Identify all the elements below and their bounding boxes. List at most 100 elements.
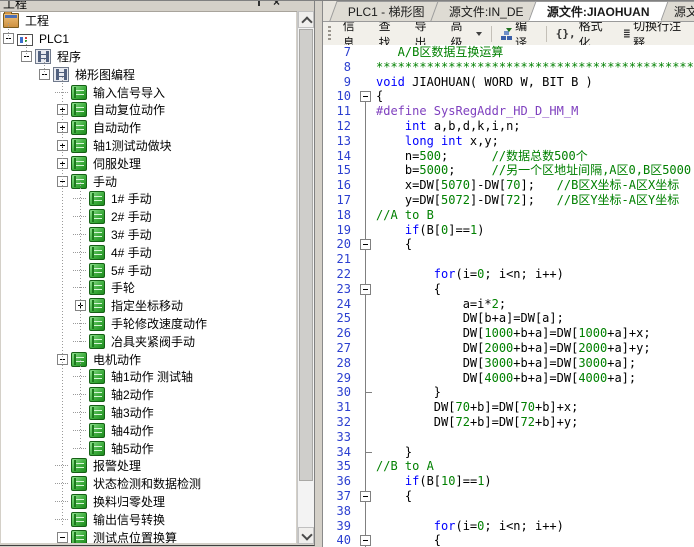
tree-item[interactable]: 换料归零处理	[1, 493, 296, 511]
code-line[interactable]: 27 DW[2000+b+a]=DW[2000+a]+y;	[323, 341, 694, 356]
fold-margin	[355, 400, 376, 415]
tree-item[interactable]: 电机动作	[1, 350, 296, 368]
tree-item[interactable]: 手轮修改速度动作	[1, 315, 296, 333]
tab-1[interactable]: PLC1 - 梯形图	[329, 1, 443, 21]
code-line[interactable]: 9void JIAOHUAN( WORD W, BIT B )	[323, 75, 694, 90]
tree-item[interactable]: 冶具夹紧阀手动	[1, 332, 296, 350]
fold-toggle[interactable]	[355, 89, 376, 104]
tree-item[interactable]: 轴4动作	[1, 421, 296, 439]
tree-item[interactable]: 3# 手动	[1, 226, 296, 244]
scroll-down-button[interactable]	[298, 527, 314, 544]
tree-item[interactable]: 2# 手动	[1, 208, 296, 226]
code-line[interactable]: 26 DW[1000+b+a]=DW[1000+a]+x;	[323, 326, 694, 341]
tree-item[interactable]: 轴3动作	[1, 404, 296, 422]
toolbar-button-编译[interactable]: 编译	[494, 22, 544, 46]
toolbar-button-格式化[interactable]: {},格式化	[549, 22, 617, 46]
fold-toggle[interactable]	[355, 533, 376, 547]
code-line[interactable]: 37 {	[323, 489, 694, 504]
code-line[interactable]: 30 }	[323, 385, 694, 400]
code-line[interactable]: 13 long int x,y;	[323, 134, 694, 149]
tree-guide-line	[62, 77, 63, 527]
tree-item[interactable]: 4# 手动	[1, 243, 296, 261]
code-line[interactable]: 18//A to B	[323, 208, 694, 223]
tree-item[interactable]: 伺服处理	[1, 154, 296, 172]
toolbar-grip[interactable]	[328, 26, 331, 41]
code-line[interactable]: 33	[323, 430, 694, 445]
tree-item[interactable]: 轴2动作	[1, 386, 296, 404]
code-line[interactable]: 38	[323, 504, 694, 519]
close-icon[interactable]: ×	[273, 1, 280, 8]
fold-minus-icon[interactable]	[360, 239, 371, 250]
toolbar-button-高级[interactable]: 高级	[443, 22, 489, 46]
code-line[interactable]: 17 y=DW[5072]-DW[72]; //B区Y坐标-A区Y坐标	[323, 193, 694, 208]
tree-item[interactable]: 报警处理	[1, 457, 296, 475]
tree-item[interactable]: 5# 手动	[1, 261, 296, 279]
fold-margin	[355, 223, 376, 238]
tree-item[interactable]: 轴1测试动做块	[1, 137, 296, 155]
fold-toggle[interactable]	[355, 282, 376, 297]
tab-3[interactable]: 源文件:JIAOHUAN	[529, 1, 669, 21]
code-editor[interactable]: 7 A/B区数据互换运算8***************************…	[323, 45, 694, 547]
fold-minus-icon[interactable]	[360, 91, 371, 102]
tree-item[interactable]: 程序	[1, 48, 296, 66]
tree-item[interactable]: 自动复位动作	[1, 101, 296, 119]
code-line[interactable]: 24 a=i*2;	[323, 297, 694, 312]
code-line[interactable]: 16 x=DW[5070]-DW[70]; //B区X坐标-A区X坐标	[323, 178, 694, 193]
toolbar-button-导出[interactable]: 导出	[408, 22, 444, 46]
fold-minus-icon[interactable]	[360, 491, 371, 502]
tree-item[interactable]: 1# 手动	[1, 190, 296, 208]
tree-item[interactable]: 手轮	[1, 279, 296, 297]
tree-item[interactable]: 输入信号导入	[1, 83, 296, 101]
code-line[interactable]: 39 for(i=0; i<n; i++)	[323, 519, 694, 534]
code-line[interactable]: 12 int a,b,d,k,i,n;	[323, 119, 694, 134]
tree-item[interactable]: 轴1动作 测试轴	[1, 368, 296, 386]
code-line[interactable]: 29 DW[4000+b+a]=DW[4000+a];	[323, 371, 694, 386]
code-line[interactable]: 11#define SysRegAddr_HD_D_HM_M	[323, 104, 694, 119]
fold-minus-icon[interactable]	[360, 284, 371, 295]
tree-item[interactable]: 状态检测和数据检测	[1, 475, 296, 493]
code-line[interactable]: 28 DW[3000+b+a]=DW[3000+a];	[323, 356, 694, 371]
code-line[interactable]: 31 DW[70+b]=DW[70+b]+x;	[323, 400, 694, 415]
code-line[interactable]: 34 }	[323, 445, 694, 460]
code-line[interactable]: 19 if(B[0]==1)	[323, 223, 694, 238]
code-line[interactable]: 32 DW[72+b]=DW[72+b]+y;	[323, 415, 694, 430]
code-line[interactable]: 36 if(B[10]==1)	[323, 474, 694, 489]
tree-scrollbar[interactable]	[297, 11, 314, 544]
fold-toggle[interactable]	[355, 237, 376, 252]
tree-item[interactable]: 梯形图编程	[1, 65, 296, 83]
toolbar-button-信息[interactable]: 信息	[336, 22, 372, 46]
project-panel-titlebar[interactable]: 工程 ×	[0, 1, 314, 12]
fold-minus-icon[interactable]	[360, 535, 371, 546]
tree-item[interactable]: 自动动作	[1, 119, 296, 137]
code-line[interactable]: 15 b=5000; //另一个区地址间隔,A区0,B区5000	[323, 163, 694, 178]
pin-icon[interactable]	[254, 1, 263, 8]
scrollbar-thumb[interactable]	[299, 29, 313, 481]
code-line[interactable]: 23 {	[323, 282, 694, 297]
code-text: {	[376, 89, 694, 104]
tree-item[interactable]: 指定坐标移动	[1, 297, 296, 315]
tree-item[interactable]: 工程	[1, 12, 296, 30]
code-line[interactable]: 22 for(i=0; i<n; i++)	[323, 267, 694, 282]
expand-toggle[interactable]	[57, 532, 68, 543]
toolbar-button-切换行注释[interactable]: ≣切换行注释	[616, 22, 694, 46]
code-line[interactable]: 40 {	[323, 533, 694, 547]
tree-item[interactable]: 轴5动作	[1, 439, 296, 457]
code-line[interactable]: 8***************************************…	[323, 60, 694, 75]
code-line[interactable]: 10{	[323, 89, 694, 104]
tab-2[interactable]: 源文件:IN_DE	[430, 1, 542, 21]
tree-item[interactable]: PLC1	[1, 30, 296, 48]
tree-guide-line	[44, 59, 45, 76]
tree-item[interactable]: 测试点位置换算	[1, 528, 296, 543]
tree-item[interactable]: 输出信号转换	[1, 510, 296, 528]
tree-item[interactable]: 手动	[1, 172, 296, 190]
fold-toggle[interactable]	[355, 489, 376, 504]
code-line[interactable]: 7 A/B区数据互换运算	[323, 45, 694, 60]
code-line[interactable]: 35//B to A	[323, 459, 694, 474]
code-line[interactable]: 21	[323, 252, 694, 267]
prg-icon	[71, 120, 87, 135]
scroll-up-button[interactable]	[298, 11, 314, 28]
code-line[interactable]: 14 n=500; //数据总数500个	[323, 149, 694, 164]
toolbar-button-查找[interactable]: 查找	[372, 22, 408, 46]
code-line[interactable]: 25 DW[b+a]=DW[a];	[323, 311, 694, 326]
code-line[interactable]: 20 {	[323, 237, 694, 252]
